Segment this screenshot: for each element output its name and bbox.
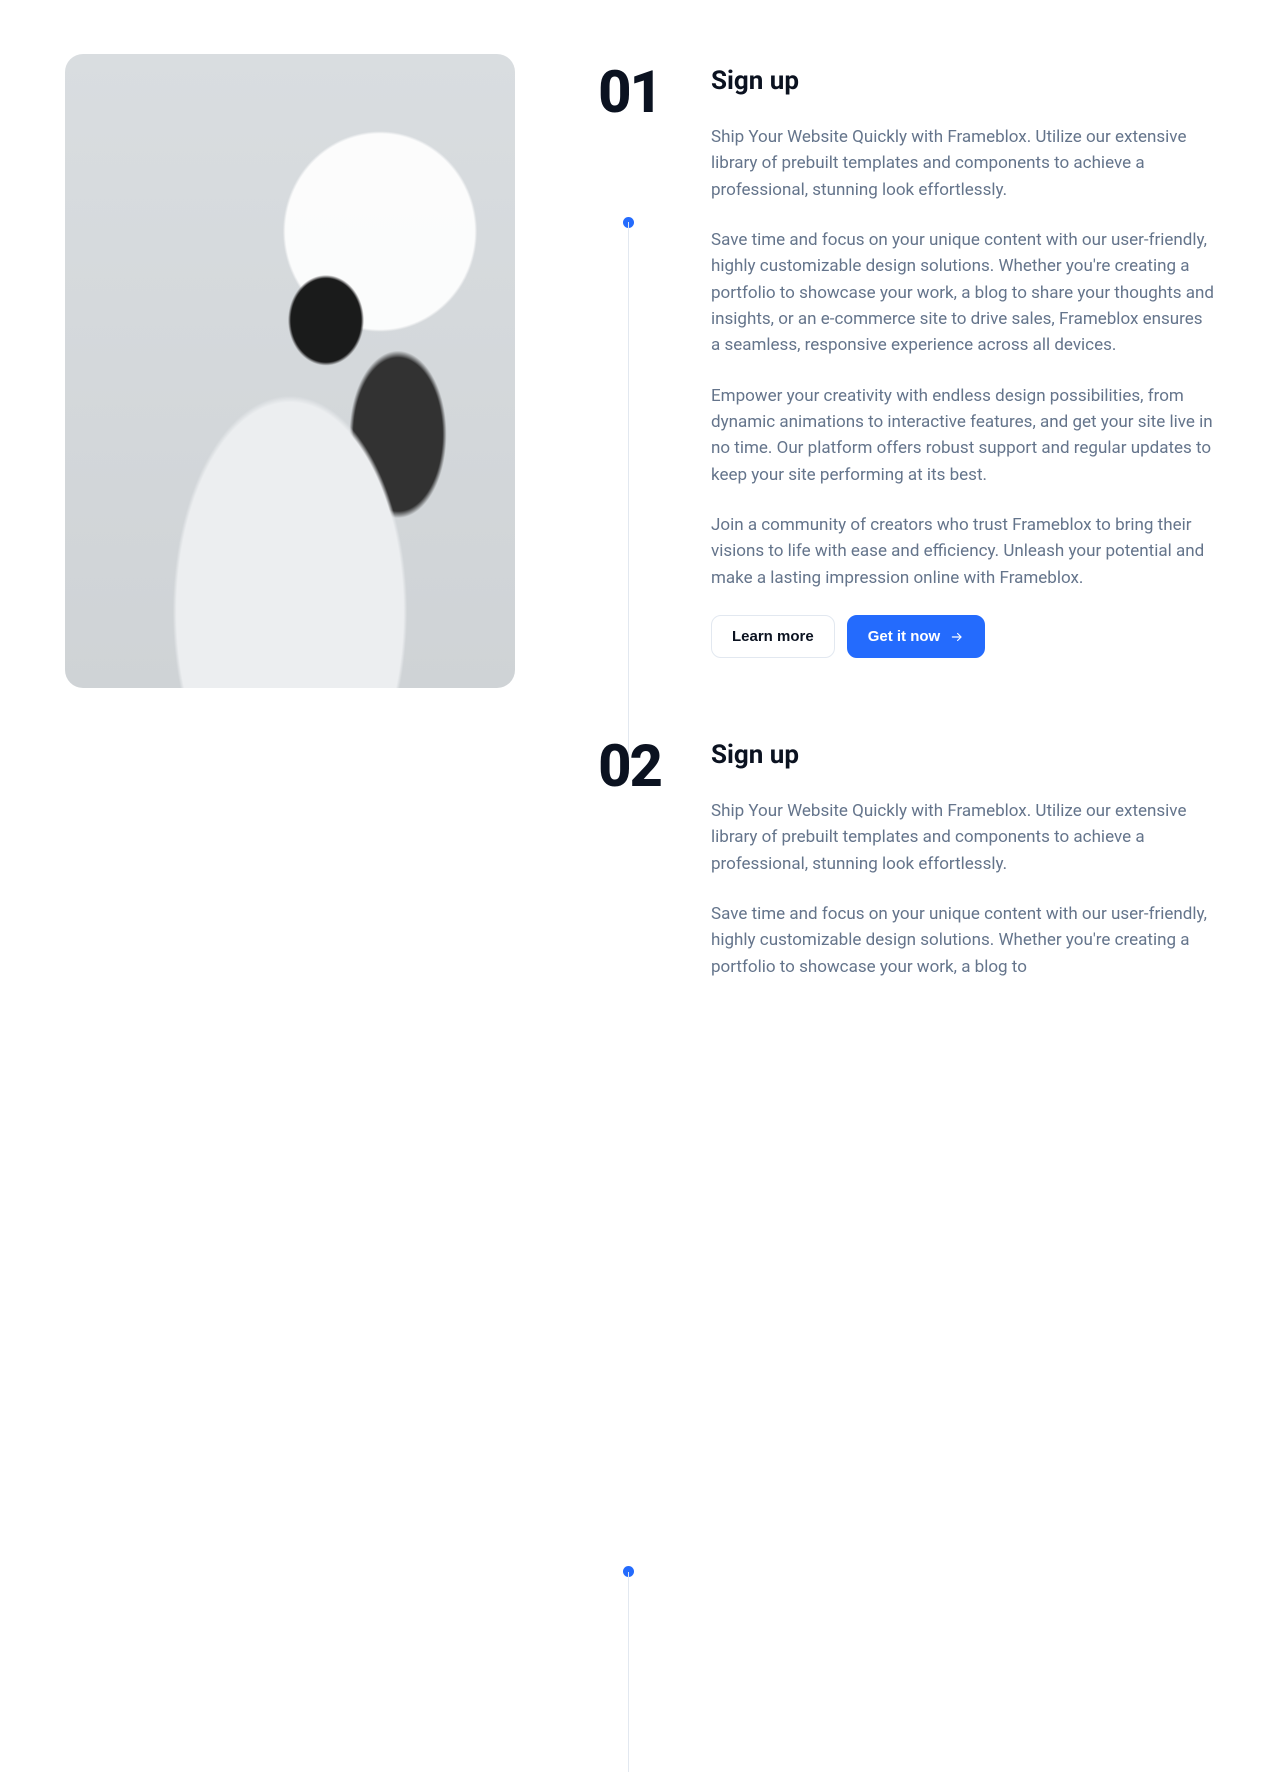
learn-more-button[interactable]: Learn more xyxy=(711,615,835,658)
step-paragraph: Save time and focus on your unique conte… xyxy=(711,227,1215,359)
step-image xyxy=(65,54,515,688)
step-body: Ship Your Website Quickly with Frameblox… xyxy=(711,798,1215,980)
step-paragraph: Ship Your Website Quickly with Frameblox… xyxy=(711,124,1215,203)
step-number: 01 xyxy=(581,54,661,122)
step-paragraph: Join a community of creators who trust F… xyxy=(711,512,1215,591)
step-image-illustration xyxy=(65,54,515,688)
button-label: Get it now xyxy=(868,628,941,645)
arrow-right-icon xyxy=(950,630,964,644)
get-it-now-button[interactable]: Get it now xyxy=(847,615,986,658)
timeline-rail xyxy=(628,1572,629,1772)
step-title: Sign up xyxy=(711,740,1215,770)
step-paragraph: Empower your creativity with endless des… xyxy=(711,383,1215,488)
step-number: 02 xyxy=(581,728,661,796)
step-body: Ship Your Website Quickly with Frameblox… xyxy=(711,124,1215,591)
step-title: Sign up xyxy=(711,66,1215,96)
button-label: Learn more xyxy=(732,628,814,645)
step-paragraph: Ship Your Website Quickly with Frameblox… xyxy=(711,798,1215,877)
timeline-rail xyxy=(628,222,629,762)
step-paragraph: Save time and focus on your unique conte… xyxy=(711,901,1215,980)
